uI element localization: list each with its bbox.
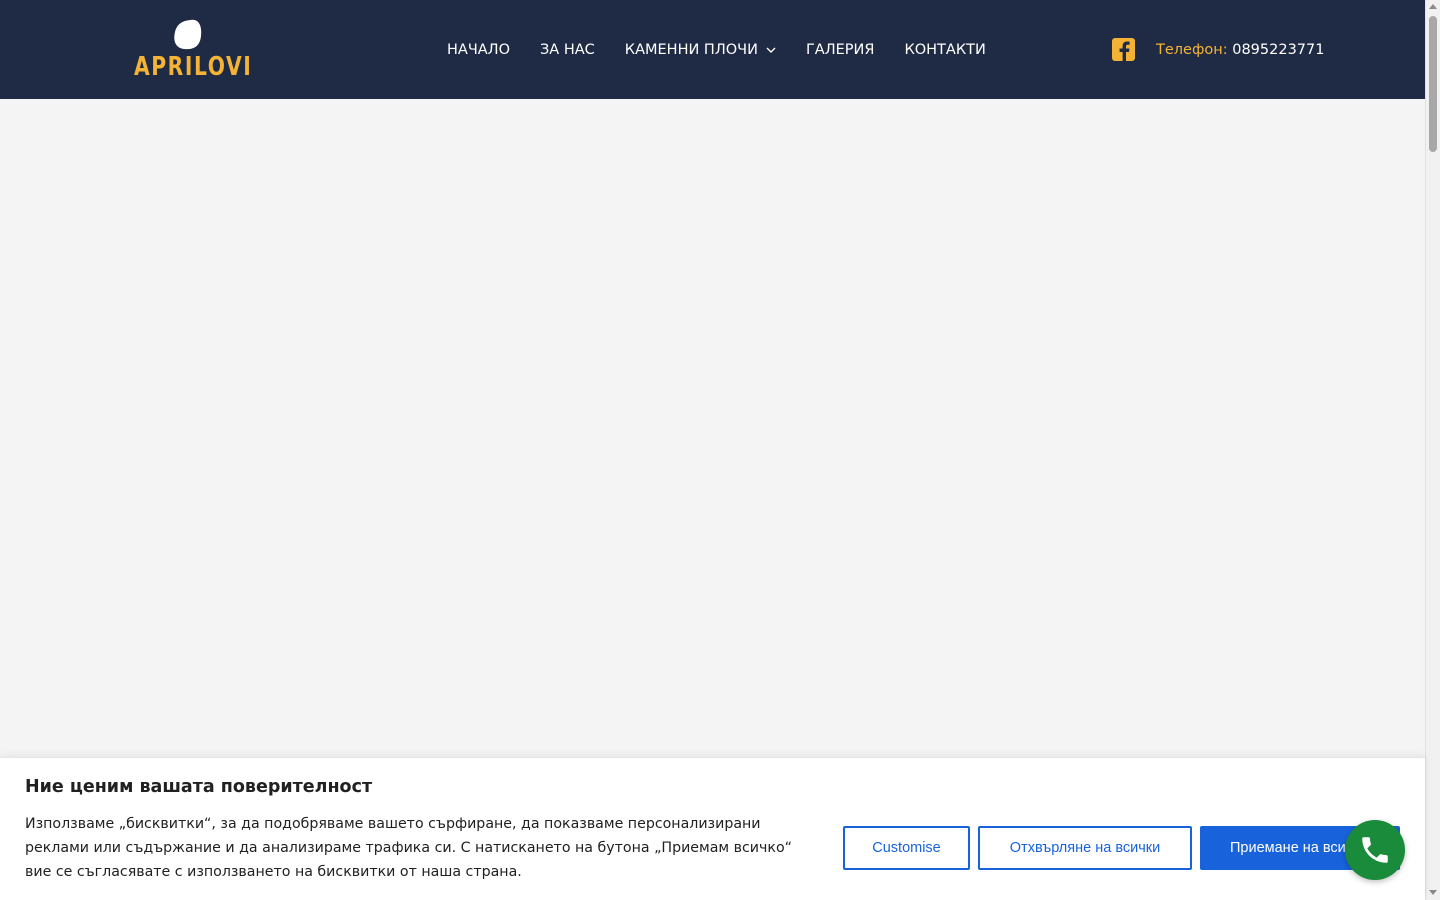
scroll-up-arrow-icon[interactable]: [1429, 4, 1437, 9]
phone-icon: [1362, 837, 1388, 863]
nav-label: ГАЛЕРИЯ: [805, 42, 875, 58]
customise-button[interactable]: Customise: [843, 826, 970, 870]
logo-text: APRILOVI: [134, 52, 253, 82]
stone-logo-icon: [174, 19, 202, 50]
nav-label: КОНТАКТИ: [904, 42, 986, 58]
scroll-thumb[interactable]: [1429, 16, 1437, 152]
nav-label: КАМЕННИ ПЛОЧИ: [624, 42, 758, 58]
nav-item-stone-tiles[interactable]: КАМЕННИ ПЛОЧИ: [625, 39, 776, 61]
nav-item-gallery[interactable]: ГАЛЕРИЯ: [806, 39, 875, 61]
nav-item-contacts[interactable]: КОНТАКТИ: [904, 39, 985, 61]
cookie-consent-banner: Ние ценим вашата поверителност Използвам…: [0, 757, 1425, 900]
main-nav: НАЧАЛО ЗА НАС КАМЕННИ ПЛОЧИ ГАЛЕРИЯ КОНТ…: [447, 39, 1016, 61]
site-header: APRILOVI НАЧАЛО ЗА НАС КАМЕННИ ПЛОЧИ ГАЛ…: [0, 0, 1425, 99]
call-button[interactable]: [1345, 820, 1405, 880]
reject-all-button[interactable]: Отхвърляне на всички: [978, 826, 1192, 870]
nav-label: ЗА НАС: [540, 42, 595, 58]
phone-number[interactable]: 0895223771: [1232, 42, 1324, 58]
chevron-down-icon: [766, 47, 776, 53]
nav-item-about[interactable]: ЗА НАС: [540, 39, 595, 61]
header-phone[interactable]: Телефон: 0895223771: [1156, 39, 1324, 61]
scroll-down-arrow-icon[interactable]: [1429, 890, 1437, 895]
phone-label: Телефон:: [1156, 42, 1228, 58]
site-logo[interactable]: APRILOVI: [134, 18, 253, 82]
cookie-text: Използваме „бисквитки“, за да подобрявам…: [25, 816, 793, 880]
vertical-scrollbar[interactable]: [1425, 0, 1440, 900]
nav-item-home[interactable]: НАЧАЛО: [447, 39, 510, 61]
facebook-icon[interactable]: [1112, 38, 1135, 61]
cookie-title: Ние ценим вашата поверителност: [25, 777, 373, 797]
nav-label: НАЧАЛО: [447, 42, 510, 58]
